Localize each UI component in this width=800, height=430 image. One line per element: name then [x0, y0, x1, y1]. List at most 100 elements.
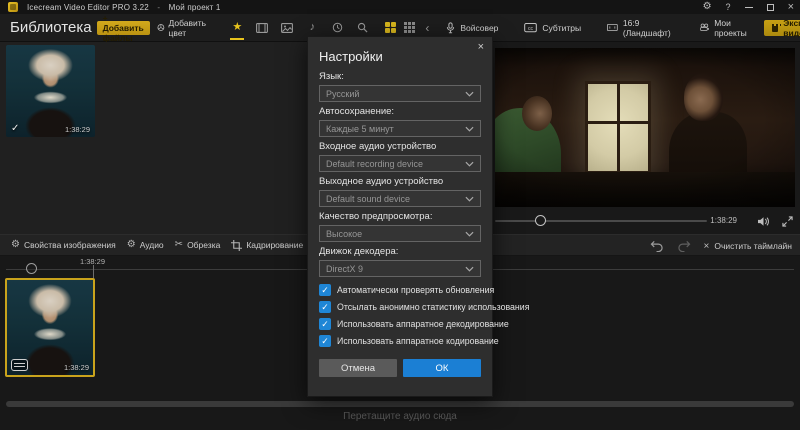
chevron-down-icon	[465, 231, 474, 237]
add-files-button[interactable]: + Добавить файлы	[97, 21, 150, 35]
app-logo-icon	[8, 2, 18, 12]
scissors-icon: ✂	[175, 240, 183, 250]
dialog-fields: Язык: Русский Автосохранение: Каждые 5 м…	[319, 71, 481, 277]
video-editor-window: Icecream Video Editor PRO 3.22 - Мой про…	[0, 0, 800, 430]
dropdown-select[interactable]: Русский	[319, 85, 481, 102]
field-label: Выходное аудио устройство	[319, 176, 481, 187]
chevron-down-icon	[465, 196, 474, 202]
dropdown-select[interactable]: DirectX 9	[319, 260, 481, 277]
clear-timeline-button[interactable]: × Очистить таймлайн	[704, 241, 792, 252]
aspect-ratio-label: 16:9 (Ландшафт)	[623, 18, 674, 38]
maximize-button[interactable]	[767, 4, 774, 11]
microphone-icon	[446, 22, 455, 34]
audio-drop-hint: Перетащите аудио сюда	[0, 411, 800, 422]
add-color-button[interactable]: Добавить цвет	[150, 21, 217, 35]
crop-button[interactable]: Кадрирование	[231, 240, 303, 251]
media-duration: 1:38:29	[65, 125, 90, 134]
clock-icon	[332, 22, 343, 33]
chevron-down-icon	[465, 266, 474, 272]
timeline-clip-selected[interactable]: 1:38:29	[5, 278, 95, 377]
image-icon	[281, 23, 293, 33]
checkbox-checked[interactable]: ✓	[319, 301, 331, 313]
aspect-ratio-icon	[607, 23, 618, 32]
checkbox-label: Отсылать анонимно статистику использован…	[337, 302, 529, 312]
tab-search[interactable]	[355, 18, 369, 38]
my-projects-button[interactable]: Мои проекты	[691, 18, 760, 38]
dropdown-select[interactable]: Default sound device	[319, 190, 481, 207]
audio-label: Аудио	[140, 240, 164, 250]
tab-videos[interactable]	[255, 18, 269, 38]
ok-button[interactable]: ОК	[403, 359, 481, 377]
playback-time: 1:38:29	[710, 216, 737, 225]
gear-icon: ⚙	[127, 240, 136, 250]
playhead-handle[interactable]	[26, 263, 37, 274]
dropdown-value: Русский	[326, 89, 465, 99]
cancel-button[interactable]: Отмена	[319, 359, 397, 377]
help-icon[interactable]: ?	[726, 3, 731, 12]
audio-button[interactable]: ⚙ Аудио	[127, 240, 164, 250]
add-color-label: Добавить цвет	[169, 18, 210, 38]
tab-images[interactable]	[280, 18, 294, 38]
field-label: Входное аудио устройство	[319, 141, 481, 152]
image-properties-button[interactable]: ⚙ Свойства изображения	[11, 240, 116, 250]
settings-gear-icon[interactable]: ⚙	[703, 2, 712, 12]
dropdown-select[interactable]: Default recording device	[319, 155, 481, 172]
title-separator: -	[157, 3, 160, 12]
undo-icon[interactable]	[650, 240, 664, 252]
crop-label: Кадрирование	[246, 240, 303, 250]
dropdown-value: Высокое	[326, 229, 465, 239]
crop-icon	[231, 240, 242, 251]
aspect-ratio-button[interactable]: 16:9 (Ландшафт)	[598, 18, 683, 38]
collapse-panel-icon[interactable]: ‹	[425, 21, 429, 35]
settings-checkbox[interactable]: ✓ Отсылать анонимно статистику использов…	[319, 301, 481, 313]
settings-checkbox[interactable]: ✓ Автоматически проверять обновления	[319, 284, 481, 296]
redo-icon[interactable]	[677, 240, 691, 252]
subtitles-button[interactable]: cc Субтитры	[515, 23, 590, 33]
settings-field: Автосохранение: Каждые 5 минут	[319, 106, 481, 137]
selected-check-icon: ✓	[11, 123, 19, 134]
seek-bar[interactable]	[495, 220, 707, 222]
music-note-icon: ♪	[310, 22, 316, 33]
trim-button[interactable]: ✂ Обрезка	[175, 240, 221, 250]
settings-checkbox[interactable]: ✓ Использовать аппаратное кодирование	[319, 335, 481, 347]
fullscreen-icon[interactable]	[782, 216, 793, 227]
svg-text:cc: cc	[528, 25, 534, 31]
grid-view-large-icon[interactable]	[404, 22, 415, 33]
settings-field: Язык: Русский	[319, 71, 481, 102]
checkbox-checked[interactable]: ✓	[319, 335, 331, 347]
field-label: Качество предпросмотра:	[319, 211, 481, 222]
seek-handle[interactable]	[535, 215, 546, 226]
settings-field: Движок декодера: DirectX 9	[319, 246, 481, 277]
checkbox-checked[interactable]: ✓	[319, 284, 331, 296]
dialog-close-icon[interactable]: ×	[478, 41, 484, 53]
dialog-checkboxes: ✓ Автоматически проверять обновления ✓ О…	[319, 284, 481, 347]
image-properties-label: Свойства изображения	[24, 240, 116, 250]
minimize-button[interactable]	[745, 7, 753, 8]
tab-audio[interactable]: ♪	[305, 18, 319, 38]
check-icon: ✓	[321, 286, 329, 295]
dropdown-select[interactable]: Высокое	[319, 225, 481, 242]
chevron-down-icon	[465, 126, 474, 132]
volume-icon[interactable]	[757, 216, 770, 227]
library-media-item[interactable]: ✓ 1:38:29	[6, 45, 95, 137]
close-window-button[interactable]: ×	[788, 2, 794, 13]
export-video-button[interactable]: Экспортировать видео	[764, 20, 800, 36]
timeline-horizontal-scrollbar[interactable]	[6, 401, 794, 407]
voiceover-button[interactable]: Войсовер	[437, 22, 507, 34]
video-preview[interactable]	[495, 48, 795, 207]
settings-field: Выходное аудио устройство Default sound …	[319, 176, 481, 207]
media-type-tabs: ★ ♪	[230, 18, 369, 38]
project-name-text: Мой проект 1	[169, 3, 221, 12]
settings-checkbox[interactable]: ✓ Использовать аппаратное декодирование	[319, 318, 481, 330]
search-icon	[357, 22, 368, 33]
app-title-text: Icecream Video Editor PRO 3.22	[27, 3, 149, 12]
grid-view-small-icon[interactable]	[385, 22, 396, 33]
checkbox-checked[interactable]: ✓	[319, 318, 331, 330]
ruler-end-tick	[93, 265, 94, 278]
dropdown-value: Default sound device	[326, 194, 465, 204]
dropdown-select[interactable]: Каждые 5 минут	[319, 120, 481, 137]
tab-favorites[interactable]: ★	[230, 18, 244, 38]
dropdown-value: Default recording device	[326, 159, 465, 169]
field-label: Движок декодера:	[319, 246, 481, 257]
tab-recent[interactable]	[330, 18, 344, 38]
